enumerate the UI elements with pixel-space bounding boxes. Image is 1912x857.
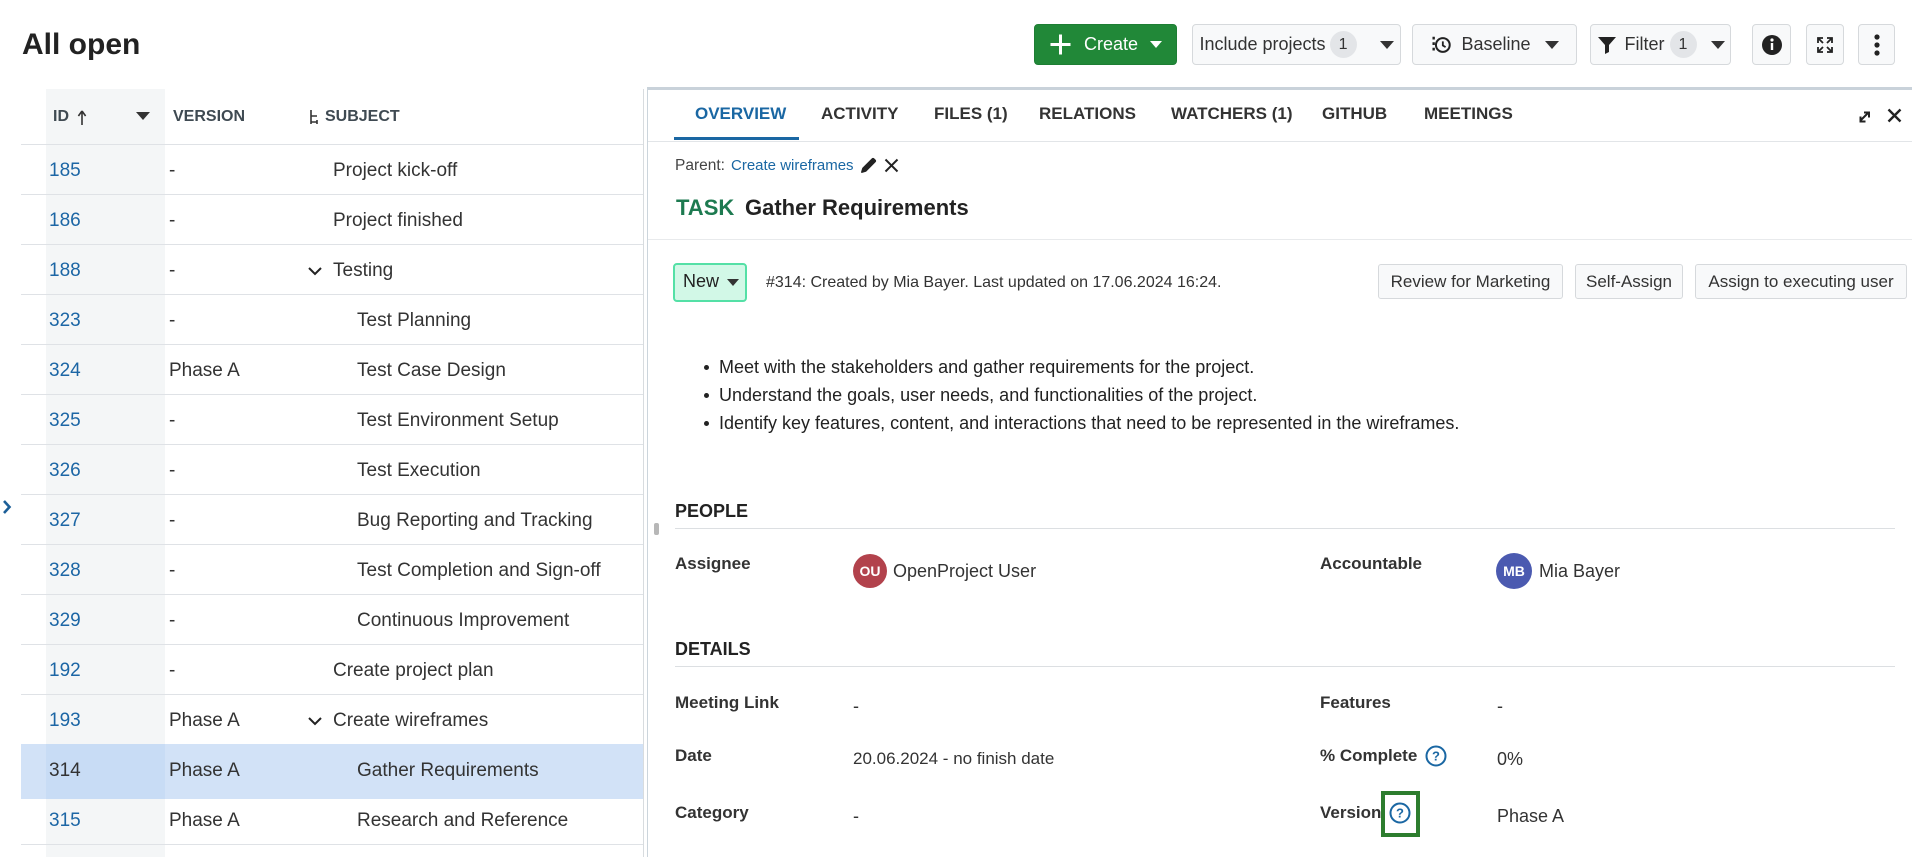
svg-text:?: ? [1396, 806, 1404, 821]
svg-text:?: ? [1432, 749, 1440, 764]
